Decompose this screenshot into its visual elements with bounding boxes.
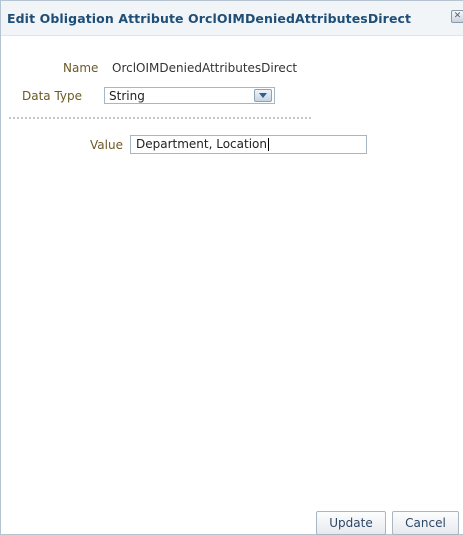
text-caret	[268, 138, 269, 151]
edit-obligation-attribute-dialog: Edit Obligation Attribute OrclOIMDeniedA…	[0, 0, 463, 535]
value-input[interactable]: Department, Location	[130, 135, 367, 154]
value-label: Value	[90, 138, 123, 152]
value-input-text: Department, Location	[136, 137, 267, 151]
close-icon[interactable]: ✕	[451, 10, 463, 23]
separator-divider	[9, 117, 311, 119]
datatype-label: Data Type	[22, 89, 83, 103]
name-value: OrclOIMDeniedAttributesDirect	[112, 61, 298, 75]
datatype-selected-value: String	[109, 89, 145, 103]
update-button[interactable]: Update	[316, 511, 386, 535]
dialog-title: Edit Obligation Attribute OrclOIMDeniedA…	[7, 11, 412, 26]
chevron-down-icon[interactable]	[254, 89, 272, 102]
dialog-titlebar: Edit Obligation Attribute OrclOIMDeniedA…	[1, 1, 463, 36]
cancel-button[interactable]: Cancel	[392, 511, 459, 535]
name-label: Name	[63, 61, 99, 75]
datatype-select[interactable]: String	[104, 87, 275, 104]
